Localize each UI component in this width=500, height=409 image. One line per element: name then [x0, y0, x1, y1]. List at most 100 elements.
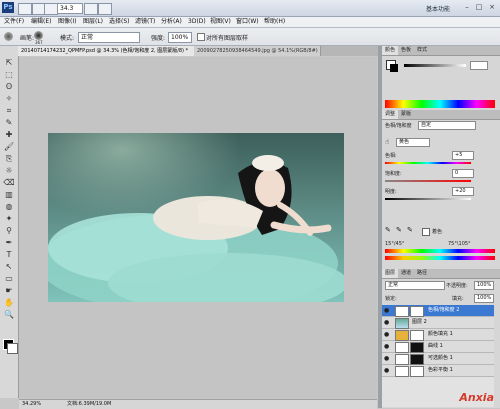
crop-tool-icon[interactable]: ⌗	[3, 106, 15, 115]
path-select-tool-icon[interactable]: ↖	[3, 262, 15, 271]
clone-stamp-tool-icon[interactable]: ⎘	[3, 154, 15, 163]
tab-document-jpg[interactable]: 20090278250938464549.jpg @ 54.1%(RGB/8#)	[194, 46, 321, 56]
mask-thumbnail[interactable]	[410, 366, 424, 377]
visibility-eye-icon[interactable]: ●	[384, 343, 391, 350]
layer-row[interactable]: ● 色相/饱和度 2	[382, 305, 494, 317]
background-color-swatch[interactable]	[7, 343, 18, 354]
menu-window[interactable]: 窗口(W)	[236, 17, 259, 27]
bridge-icon[interactable]	[18, 3, 32, 15]
sample-all-layers-checkbox[interactable]	[197, 33, 205, 41]
eyedropper-minus-icon[interactable]: ✎	[407, 226, 413, 234]
tab-layers[interactable]: 图层	[382, 269, 399, 278]
hand-tool-icon[interactable]: ✋	[3, 298, 15, 307]
lightness-slider-track[interactable]	[385, 198, 471, 200]
minimize-button[interactable]: –	[462, 3, 472, 12]
tab-channels[interactable]: 通道	[398, 269, 414, 278]
blur-tool-icon[interactable]: ◍	[3, 202, 15, 211]
3d-rotate-tool-icon[interactable]: ☛	[3, 286, 15, 295]
menu-file[interactable]: 文件(F)	[4, 17, 24, 27]
range-left-value: 15°/45°	[385, 241, 405, 247]
tab-adjustments[interactable]: 调整	[382, 110, 399, 119]
color-spectrum-ramp[interactable]	[385, 100, 495, 108]
menu-view[interactable]: 视图(V)	[210, 17, 231, 27]
blend-mode-select[interactable]: 正常	[385, 281, 445, 290]
colorize-checkbox[interactable]	[422, 228, 430, 236]
tab-swatches[interactable]: 色板	[398, 46, 414, 55]
mask-thumbnail[interactable]	[410, 330, 424, 341]
visibility-eye-icon[interactable]: ●	[384, 331, 391, 338]
gray-slider[interactable]	[404, 64, 466, 67]
menu-analysis[interactable]: 分析(A)	[161, 17, 182, 27]
lasso-tool-icon[interactable]: ʘ	[3, 82, 15, 91]
menu-layer[interactable]: 图层(L)	[83, 17, 103, 27]
channel-select[interactable]: 黄色	[396, 138, 430, 147]
on-image-adjust-icon[interactable]: ☝	[385, 138, 389, 146]
layer-name: 色彩平衡 1	[428, 367, 453, 373]
brush-tip-icon[interactable]	[34, 31, 43, 40]
mask-thumbnail[interactable]	[410, 354, 424, 365]
gradient-tool-icon[interactable]: ▥	[3, 190, 15, 199]
dodge-tool-icon[interactable]: ✦	[3, 214, 15, 223]
tab-document-psd[interactable]: 20140714174232_QPMFP.psd @ 34.3% (色相/饱和度…	[18, 46, 195, 56]
menu-image[interactable]: 图像(I)	[58, 17, 76, 27]
workspace-switcher[interactable]: 基本功能	[426, 4, 450, 13]
eyedropper-icon[interactable]: ✎	[385, 226, 391, 234]
mask-thumbnail[interactable]	[410, 306, 424, 317]
visibility-eye-icon[interactable]: ●	[384, 307, 391, 314]
layer-row[interactable]: ● 颜色填充 1	[382, 329, 494, 341]
mask-thumbnail[interactable]	[410, 342, 424, 353]
saturation-slider-track[interactable]	[385, 180, 471, 182]
zoom-level-field[interactable]: 34.3	[57, 3, 83, 14]
layer-row[interactable]: ● 色彩平衡 1	[382, 365, 494, 377]
hue-slider-track[interactable]	[385, 162, 471, 164]
hand-tool-icon[interactable]	[44, 3, 58, 15]
layer-row[interactable]: ● 可选颜色 1	[382, 353, 494, 365]
preset-select[interactable]: 自定	[418, 121, 476, 130]
layer-row[interactable]: ● 曲线 1	[382, 341, 494, 353]
tab-paths[interactable]: 路径	[414, 269, 430, 278]
brush-tool-icon[interactable]: 🖌	[3, 142, 15, 151]
eyedropper-tool-icon[interactable]: ✎	[3, 118, 15, 127]
lightness-value-field[interactable]: +20	[452, 187, 474, 196]
mode-select[interactable]: 正常	[78, 32, 140, 43]
quick-select-tool-icon[interactable]: ✧	[3, 94, 15, 103]
tab-masks[interactable]: 蒙版	[398, 110, 414, 119]
visibility-eye-icon[interactable]: ●	[384, 355, 391, 362]
fill-field[interactable]: 100%	[474, 294, 494, 303]
eraser-tool-icon[interactable]: ⌫	[3, 178, 15, 187]
document-image[interactable]	[48, 133, 344, 302]
history-brush-tool-icon[interactable]: ☼	[3, 166, 15, 175]
range-bottom-ramp[interactable]	[385, 256, 495, 260]
menu-filter[interactable]: 滤镜(T)	[135, 17, 155, 27]
visibility-eye-icon[interactable]: ●	[384, 367, 391, 374]
visibility-eye-icon[interactable]: ●	[384, 319, 391, 326]
opacity-field[interactable]: 100%	[474, 281, 494, 290]
menu-help[interactable]: 帮助(H)	[264, 17, 285, 27]
zoom-tool-icon[interactable]: 🔍	[3, 310, 15, 319]
close-button[interactable]: ×	[487, 3, 497, 12]
saturation-value-field[interactable]: 0	[452, 169, 474, 178]
move-tool-icon[interactable]: ⇱	[3, 58, 15, 67]
layer-row[interactable]: ● 图层 2	[382, 317, 494, 329]
eyedropper-plus-icon[interactable]: ✎	[396, 226, 402, 234]
layer-name: 图层 2	[412, 319, 427, 325]
maximize-button[interactable]: □	[474, 3, 484, 12]
menu-edit[interactable]: 编辑(E)	[31, 17, 51, 27]
menu-3d[interactable]: 3D(D)	[188, 17, 206, 27]
screen-mode-icon[interactable]	[98, 3, 112, 15]
gray-value-field[interactable]	[470, 61, 488, 70]
pen-path-tool-icon[interactable]: ⚲	[3, 226, 15, 235]
pen-tool-icon[interactable]: ✒	[3, 238, 15, 247]
menu-select[interactable]: 选择(S)	[109, 17, 130, 27]
strength-field[interactable]: 100%	[168, 32, 192, 43]
healing-tool-icon[interactable]: ✚	[3, 130, 15, 139]
tab-styles[interactable]: 样式	[414, 46, 430, 55]
brush-preset-icon[interactable]	[4, 32, 13, 41]
tab-color[interactable]: 颜色	[382, 46, 399, 55]
panel-background-swatch[interactable]	[390, 64, 398, 72]
arrange-documents-icon[interactable]	[84, 3, 98, 15]
hue-value-field[interactable]: +5	[452, 151, 474, 160]
shape-tool-icon[interactable]: ▭	[3, 274, 15, 283]
type-tool-icon[interactable]: T	[3, 250, 15, 259]
marquee-tool-icon[interactable]: ⬚	[3, 70, 15, 79]
